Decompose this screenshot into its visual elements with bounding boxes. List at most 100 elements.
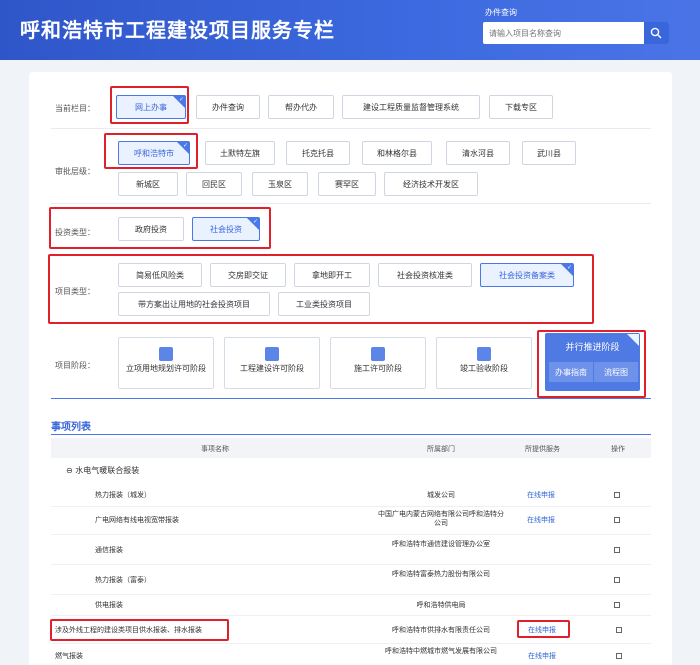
level-label: 赛罕区 xyxy=(335,179,359,189)
stage-label: 工程建设许可阶段 xyxy=(240,364,304,373)
column-agent[interactable]: 帮办代办 xyxy=(268,95,334,119)
page-title: 呼和浩特市工程建设项目服务专栏 xyxy=(20,18,335,42)
row-divider xyxy=(51,564,651,565)
parallel-stage-title: 并行推进阶段 xyxy=(565,343,620,353)
online-apply-link[interactable]: 在线申报 xyxy=(527,491,555,500)
group-label: 水电气暖联合报装 xyxy=(75,466,140,475)
column-online-service[interactable]: 网上办事 xyxy=(116,95,186,119)
row-checkbox[interactable] xyxy=(614,577,620,583)
level-label: 托克托县 xyxy=(302,148,334,158)
level-tumote[interactable]: 土默特左旗 xyxy=(205,141,275,165)
online-apply-link[interactable]: 在线申报 xyxy=(528,652,556,661)
level-saihan[interactable]: 赛罕区 xyxy=(318,172,376,196)
level-xincheng[interactable]: 新城区 xyxy=(118,172,178,196)
online-apply-link[interactable]: 在线申报 xyxy=(527,516,555,525)
level-label: 和林格尔县 xyxy=(377,148,417,158)
row-dept: 呼和浩特市供排水有限责任公司 xyxy=(392,626,490,634)
search-button[interactable] xyxy=(644,22,669,44)
level-label: 玉泉区 xyxy=(268,179,292,189)
row-checkbox[interactable] xyxy=(616,653,622,659)
col-action: 操作 xyxy=(611,445,625,453)
checklist-icon xyxy=(477,347,491,361)
column-label: 办件查询 xyxy=(212,102,244,112)
ptype-simple[interactable]: 简易低风险类 xyxy=(118,263,202,287)
row-name: 涉及外线工程的建设类项目供水报装、排水报装 xyxy=(55,626,202,634)
level-yuquan[interactable]: 玉泉区 xyxy=(252,172,308,196)
level-econ-zone[interactable]: 经济技术开发区 xyxy=(384,172,478,196)
invest-government[interactable]: 政府投资 xyxy=(118,217,184,241)
stage-label: 竣工验收阶段 xyxy=(460,364,508,373)
ptype-approve[interactable]: 社会投资核准类 xyxy=(378,263,472,287)
level-qingshuihe[interactable]: 清水河县 xyxy=(446,141,510,165)
level-label: 土默特左旗 xyxy=(220,148,260,158)
stage-acceptance[interactable]: 竣工验收阶段 xyxy=(436,337,532,389)
search-icon xyxy=(650,27,662,39)
row-name: 供电报装 xyxy=(95,601,123,609)
ptype-label: 拿地即开工 xyxy=(312,270,352,280)
ptype-label: 简易低风险类 xyxy=(136,270,184,280)
current-column-label: 当前栏目： xyxy=(55,104,95,113)
column-query[interactable]: 办件查询 xyxy=(196,95,260,119)
ptype-start[interactable]: 拿地即开工 xyxy=(294,263,370,287)
invest-label: 社会投资 xyxy=(210,224,242,234)
row-dept: 呼和浩特富泰热力股份有限公司 xyxy=(392,570,490,578)
row-dept: 呼和浩特市通信建设管理办公室 xyxy=(392,540,490,548)
level-tuoketuo[interactable]: 托克托县 xyxy=(286,141,350,165)
level-hohhot[interactable]: 呼和浩特市 xyxy=(118,141,190,165)
level-label: 回民区 xyxy=(202,179,226,189)
level-label: 经济技术开发区 xyxy=(403,179,459,189)
level-huimin[interactable]: 回民区 xyxy=(186,172,242,196)
stage-land-planning[interactable]: 立项用地规划许可阶段 xyxy=(118,337,214,389)
ptype-label: 带方案出让用地的社会投资项目 xyxy=(138,299,250,309)
row-checkbox[interactable] xyxy=(614,602,620,608)
online-apply-link[interactable]: 在线申报 xyxy=(528,626,556,635)
divider xyxy=(51,128,651,129)
row-name: 热力报装（富泰） xyxy=(95,576,151,584)
matters-underline xyxy=(51,434,651,435)
divider xyxy=(51,203,651,204)
search-input[interactable] xyxy=(483,22,643,44)
ptype-handover[interactable]: 交房即交证 xyxy=(210,263,286,287)
level-helingeer[interactable]: 和林格尔县 xyxy=(362,141,432,165)
search-box xyxy=(483,22,669,44)
level-wuchuan[interactable]: 武川县 xyxy=(522,141,576,165)
document-icon xyxy=(159,347,173,361)
ptype-label: 社会投资核准类 xyxy=(397,270,453,280)
column-label: 下载专区 xyxy=(505,102,537,112)
stage-parallel[interactable]: 并行推进阶段 办事指南 流程图 xyxy=(545,333,640,391)
collapse-icon: ⊖ xyxy=(66,466,73,475)
check-corner-icon xyxy=(561,264,573,276)
row-checkbox[interactable] xyxy=(614,492,620,498)
stage-work-permit[interactable]: 施工许可阶段 xyxy=(330,337,426,389)
row-checkbox[interactable] xyxy=(614,547,620,553)
level-label: 清水河县 xyxy=(462,148,494,158)
project-type-label: 项目类型： xyxy=(55,287,95,296)
ptype-label: 交房即交证 xyxy=(228,270,268,280)
column-quality[interactable]: 建设工程质量监督管理系统 xyxy=(342,95,480,119)
row-checkbox[interactable] xyxy=(614,517,620,523)
flowchart-button[interactable]: 流程图 xyxy=(594,362,638,382)
approval-level-label: 审批层级： xyxy=(55,167,95,176)
stage-construction-permit[interactable]: 工程建设许可阶段 xyxy=(224,337,320,389)
ptype-record[interactable]: 社会投资备案类 xyxy=(480,263,574,287)
worker-icon xyxy=(371,347,385,361)
row-checkbox[interactable] xyxy=(616,627,622,633)
row-divider xyxy=(51,615,651,616)
invest-social[interactable]: 社会投资 xyxy=(192,217,260,241)
column-download[interactable]: 下载专区 xyxy=(489,95,553,119)
query-label: 办件查询 xyxy=(485,8,517,17)
ptype-industrial[interactable]: 工业类投资项目 xyxy=(278,292,370,316)
row-dept: 呼和浩特中燃城市燃气发展有限公司 xyxy=(385,647,497,655)
level-label: 武川县 xyxy=(537,148,561,158)
row-dept: 中国广电内蒙古网络有限公司呼和浩特分公司 xyxy=(378,510,504,527)
row-dept: 城发公司 xyxy=(427,491,455,499)
row-name: 通信报装 xyxy=(95,546,123,554)
guide-button[interactable]: 办事指南 xyxy=(549,362,593,382)
check-corner-icon xyxy=(627,334,639,346)
level-label: 新城区 xyxy=(136,179,160,189)
row-divider xyxy=(51,534,651,535)
ptype-land-scheme[interactable]: 带方案出让用地的社会投资项目 xyxy=(118,292,270,316)
col-name: 事项名称 xyxy=(201,445,229,453)
group-toggle[interactable]: ⊖ 水电气暖联合报装 xyxy=(66,466,139,475)
invest-label: 政府投资 xyxy=(135,224,167,234)
